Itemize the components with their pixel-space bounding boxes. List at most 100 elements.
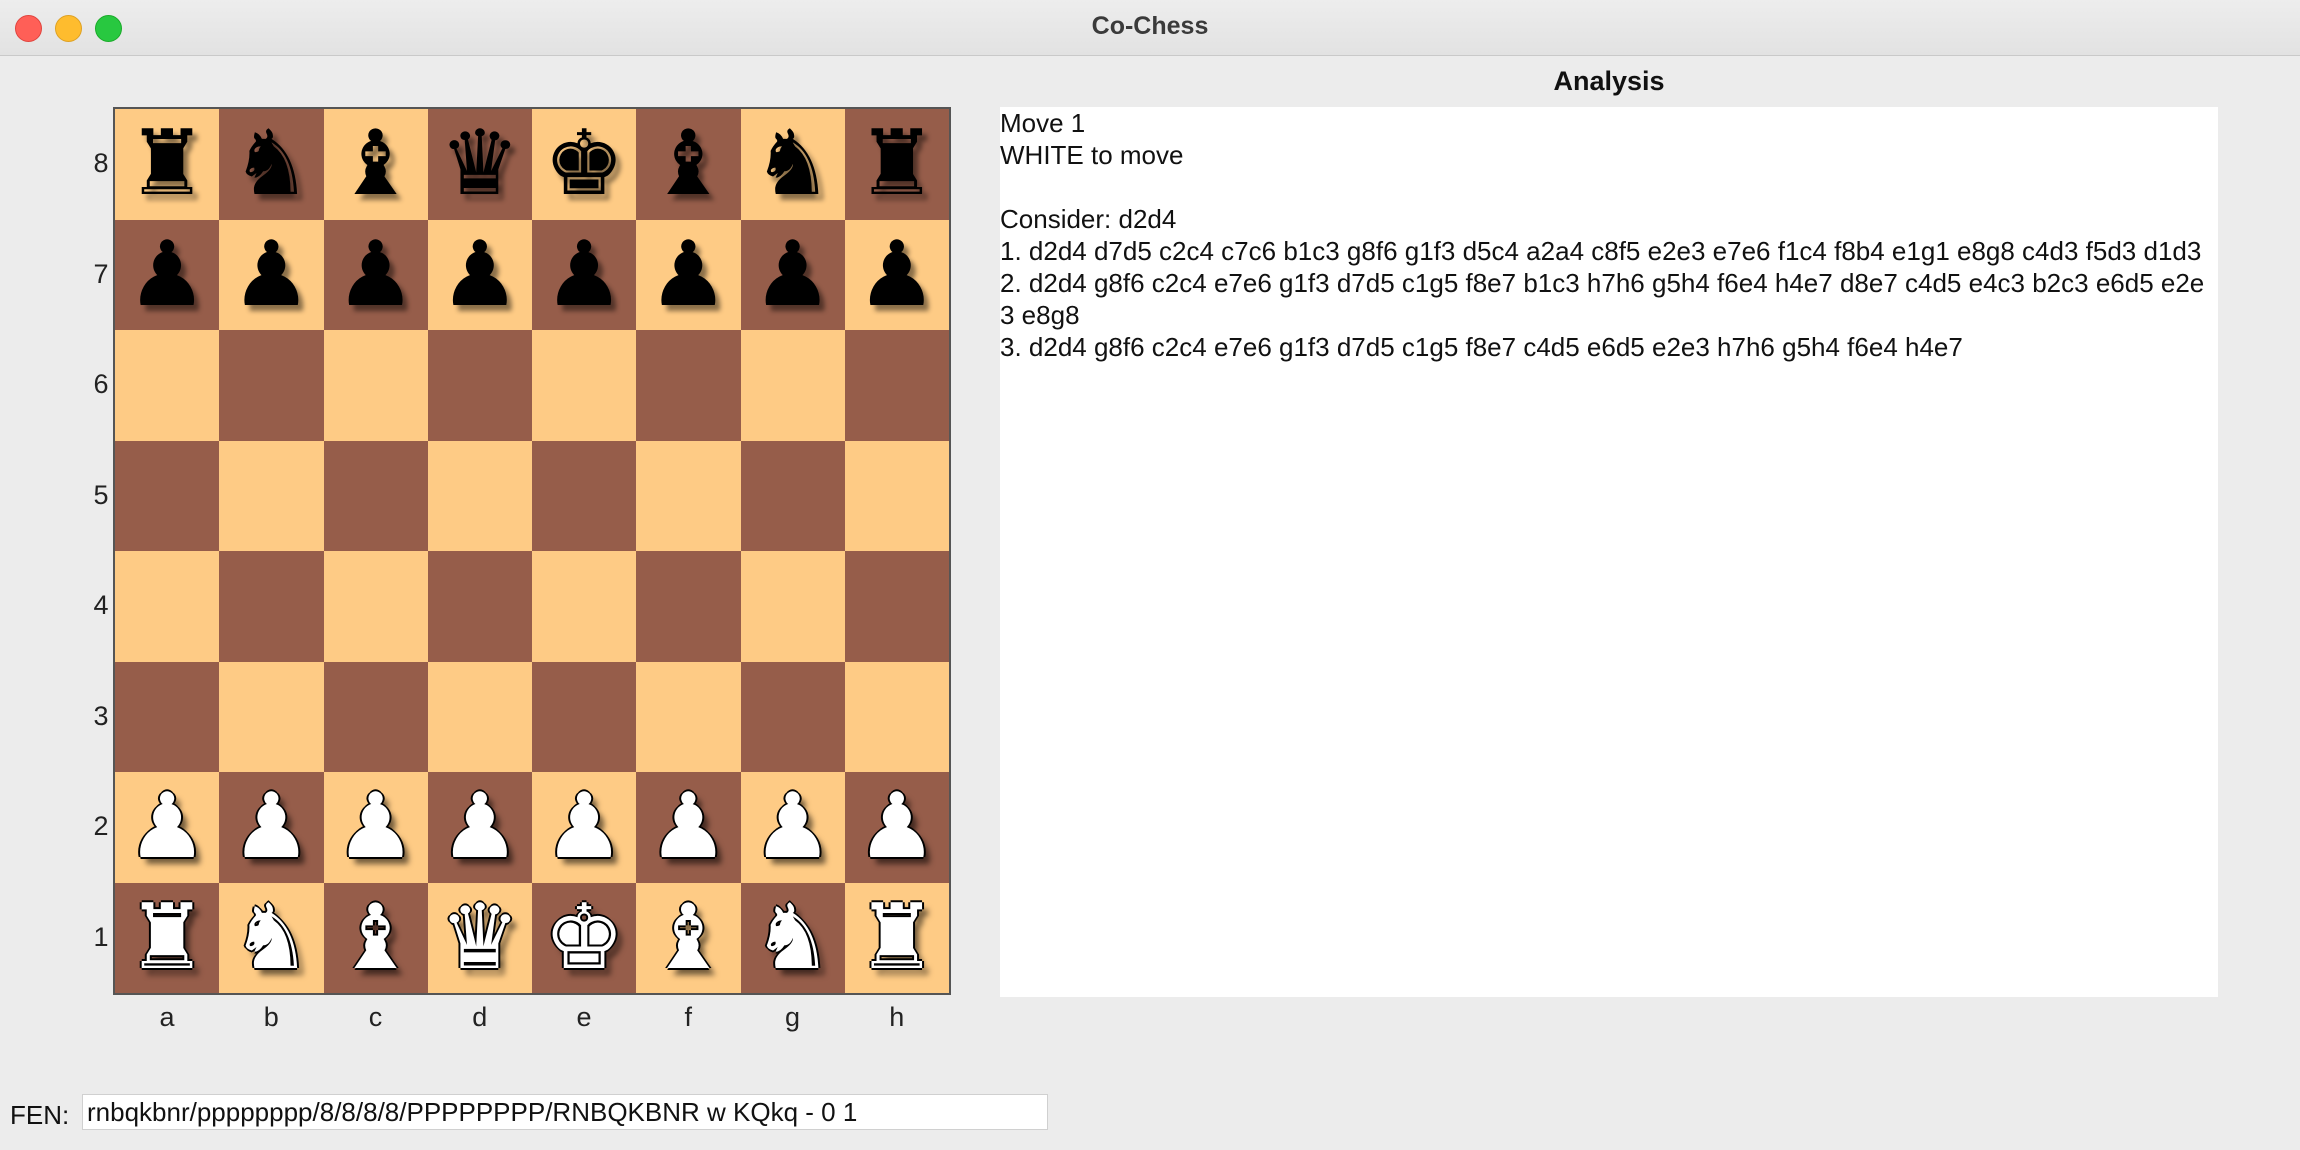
square-f4[interactable] [636,551,741,662]
white-king-icon[interactable]: ♚ [544,892,625,983]
black-pawn-icon[interactable]: ♟ [648,229,729,320]
square-b2[interactable]: ♟ [219,772,324,883]
white-pawn-icon[interactable]: ♟ [857,782,938,872]
square-f1[interactable]: ♝ [636,882,741,993]
square-h5[interactable] [844,440,949,551]
square-d5[interactable] [427,440,532,551]
square-f3[interactable] [636,661,741,772]
square-c1[interactable]: ♝ [323,882,428,993]
square-e6[interactable] [532,330,637,441]
black-rook-icon[interactable]: ♜ [857,119,938,209]
square-g6[interactable] [740,330,845,441]
white-bishop-icon[interactable]: ♝ [648,892,729,983]
square-c6[interactable] [323,330,428,441]
white-bishop-icon[interactable]: ♝ [335,892,416,983]
square-d4[interactable] [427,551,532,662]
white-pawn-icon[interactable]: ♟ [231,782,312,872]
white-queen-icon[interactable]: ♛ [440,892,521,983]
square-b3[interactable] [219,661,324,772]
square-h8[interactable]: ♜ [844,109,949,220]
white-pawn-icon[interactable]: ♟ [544,782,625,872]
square-b6[interactable] [219,330,324,441]
square-e2[interactable]: ♟ [532,772,637,883]
square-h1[interactable]: ♜ [844,882,949,993]
white-pawn-icon[interactable]: ♟ [440,782,521,872]
white-pawn-icon[interactable]: ♟ [648,782,729,872]
square-c8[interactable]: ♝ [323,109,428,220]
white-pawn-icon[interactable]: ♟ [335,782,416,872]
square-h3[interactable] [844,661,949,772]
black-knight-icon[interactable]: ♞ [752,119,833,209]
square-h7[interactable]: ♟ [844,219,949,330]
chessboard[interactable]: ♜ ♞ ♝ ♛ ♚ ♝ ♞ ♜ ♟ ♟ ♟ ♟ ♟ ♟ ♟ ♟ ♟ ♟ ♟ ♟ ♟ ♟ ♟ ♟ ♜ ♞ ♝ ♛ ♚ ♝ ♞ ♜ [113,107,951,995]
square-b8[interactable]: ♞ [219,109,324,220]
fen-input[interactable] [82,1094,1048,1130]
white-knight-icon[interactable]: ♞ [752,892,833,983]
square-b7[interactable]: ♟ [219,219,324,330]
square-a3[interactable] [115,661,220,772]
square-f8[interactable]: ♝ [636,109,741,220]
square-d1[interactable]: ♛ [427,882,532,993]
square-b1[interactable]: ♞ [219,882,324,993]
black-rook-icon[interactable]: ♜ [127,119,208,209]
square-h4[interactable] [844,551,949,662]
analysis-line: Consider: d2d4 [1000,204,1177,234]
square-f7[interactable]: ♟ [636,219,741,330]
analysis-panel[interactable]: Move 1 WHITE to move Consider: d2d4 1. d2d4… [1000,107,2218,997]
square-g1[interactable]: ♞ [740,882,845,993]
square-c4[interactable] [323,551,428,662]
black-pawn-icon[interactable]: ♟ [440,229,521,320]
square-e4[interactable] [532,551,637,662]
black-pawn-icon[interactable]: ♟ [857,229,938,320]
square-e7[interactable]: ♟ [532,219,637,330]
white-rook-icon[interactable]: ♜ [127,892,208,983]
square-b4[interactable] [219,551,324,662]
square-e1[interactable]: ♚ [532,882,637,993]
square-d7[interactable]: ♟ [427,219,532,330]
square-c7[interactable]: ♟ [323,219,428,330]
square-a6[interactable] [115,330,220,441]
white-pawn-icon[interactable]: ♟ [752,782,833,872]
white-pawn-icon[interactable]: ♟ [127,782,208,872]
square-a2[interactable]: ♟ [115,772,220,883]
square-c3[interactable] [323,661,428,772]
black-bishop-icon[interactable]: ♝ [648,119,729,209]
square-d3[interactable] [427,661,532,772]
black-king-icon[interactable]: ♚ [544,119,625,209]
square-g5[interactable] [740,440,845,551]
square-a8[interactable]: ♜ [115,109,220,220]
black-knight-icon[interactable]: ♞ [231,119,312,209]
square-d8[interactable]: ♛ [427,109,532,220]
square-h6[interactable] [844,330,949,441]
black-pawn-icon[interactable]: ♟ [752,229,833,320]
square-f6[interactable] [636,330,741,441]
square-a4[interactable] [115,551,220,662]
square-f5[interactable] [636,440,741,551]
black-pawn-icon[interactable]: ♟ [231,229,312,320]
black-pawn-icon[interactable]: ♟ [544,229,625,320]
black-pawn-icon[interactable]: ♟ [335,229,416,320]
square-b5[interactable] [219,440,324,551]
square-e8[interactable]: ♚ [532,109,637,220]
black-pawn-icon[interactable]: ♟ [127,229,208,320]
square-a1[interactable]: ♜ [115,882,220,993]
white-rook-icon[interactable]: ♜ [857,892,938,983]
square-e5[interactable] [532,440,637,551]
square-a7[interactable]: ♟ [115,219,220,330]
square-c5[interactable] [323,440,428,551]
square-g2[interactable]: ♟ [740,772,845,883]
square-h2[interactable]: ♟ [844,772,949,883]
square-d6[interactable] [427,330,532,441]
square-a5[interactable] [115,440,220,551]
square-c2[interactable]: ♟ [323,772,428,883]
black-bishop-icon[interactable]: ♝ [335,119,416,209]
square-d2[interactable]: ♟ [427,772,532,883]
square-g3[interactable] [740,661,845,772]
square-g4[interactable] [740,551,845,662]
white-knight-icon[interactable]: ♞ [231,892,312,983]
black-queen-icon[interactable]: ♛ [440,119,521,209]
square-g8[interactable]: ♞ [740,109,845,220]
square-f2[interactable]: ♟ [636,772,741,883]
square-e3[interactable] [532,661,637,772]
square-g7[interactable]: ♟ [740,219,845,330]
